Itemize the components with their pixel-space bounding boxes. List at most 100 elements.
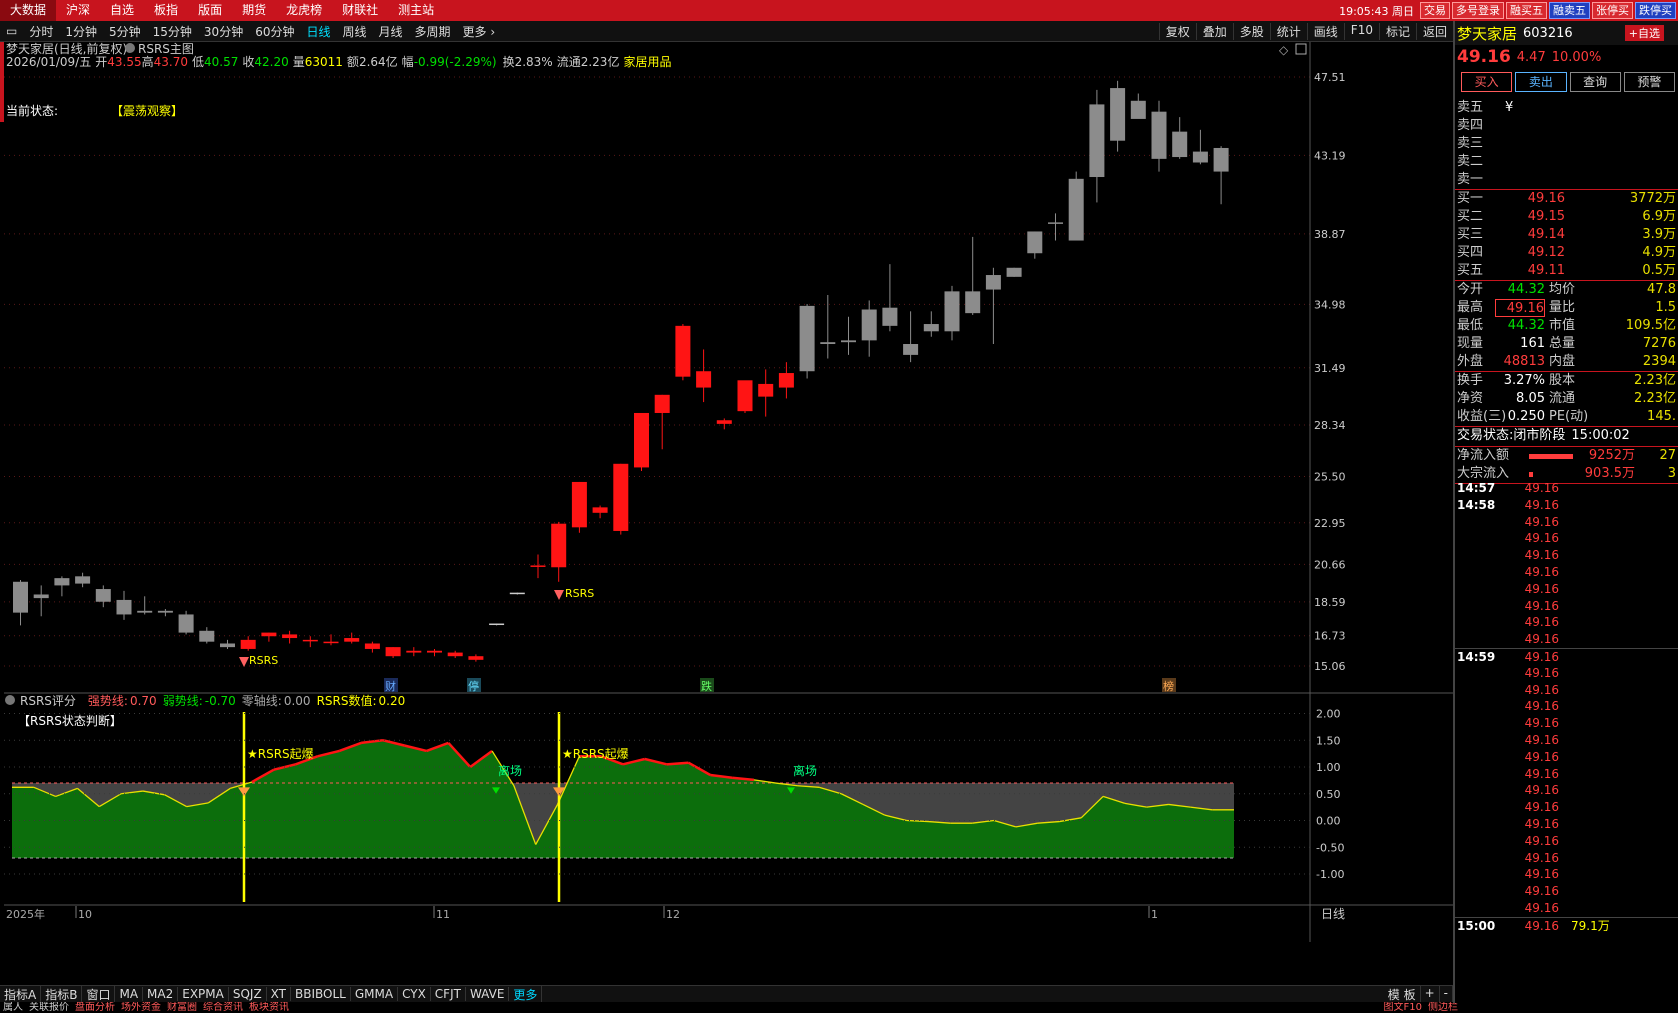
stock-code: 603216 <box>1523 25 1573 41</box>
overlay-button[interactable]: 叠加 <box>1195 22 1233 40</box>
tick-price: 49.16 <box>1524 564 1559 579</box>
stats-button[interactable]: 统计 <box>1269 22 1307 40</box>
tab-window[interactable]: 窗口 <box>82 985 116 1003</box>
menu-hushen[interactable]: 沪深 <box>56 0 100 21</box>
candle[interactable] <box>737 380 753 413</box>
tab-bbiboll[interactable]: BBIBOLL <box>291 987 351 1001</box>
diamond-icon[interactable]: ◇ <box>1279 43 1289 57</box>
tab-ma[interactable]: MA <box>115 987 144 1001</box>
status-item-4[interactable]: 财富圈 <box>164 1002 200 1013</box>
bid-row[interactable]: 买一 49.16 3772万 <box>1455 190 1678 208</box>
tab-wave[interactable]: WAVE <box>466 987 510 1001</box>
tab-sqjz[interactable]: SQJZ <box>229 987 267 1001</box>
tab-cfjt[interactable]: CFJT <box>431 987 466 1001</box>
candle[interactable] <box>675 324 691 381</box>
tick-list[interactable]: 14:57 49.16 14:58 49.16 49.16 49.16 49.16 49.16… <box>1455 480 1678 934</box>
back-button[interactable]: 返回 <box>1415 22 1453 40</box>
period-5min[interactable]: 5分钟 <box>103 23 147 40</box>
f10-button[interactable]: F10 <box>1343 22 1379 40</box>
bid-row[interactable]: 买三 49.14 3.9万 <box>1455 226 1678 244</box>
status-item-2[interactable]: 盘面分析 <box>72 1002 118 1013</box>
candle[interactable] <box>1068 171 1084 241</box>
period-15min[interactable]: 15分钟 <box>147 23 198 40</box>
tab-ma2[interactable]: MA2 <box>143 987 179 1001</box>
period-more[interactable]: 更多 › <box>457 23 502 40</box>
event-tag-4[interactable]: 榜 <box>1162 678 1176 693</box>
margin-sell5-button[interactable]: 融卖五 <box>1549 2 1590 19</box>
svg-text:跌: 跌 <box>701 679 712 693</box>
candle[interactable] <box>613 463 629 535</box>
tab-expma[interactable]: EXPMA <box>178 987 229 1001</box>
status-item-1[interactable]: 关联报价 <box>26 1002 72 1013</box>
candle[interactable] <box>799 304 815 379</box>
tick-row: 49.16 <box>1455 732 1678 749</box>
sell-button[interactable]: 卖出 <box>1515 72 1567 92</box>
alert-button[interactable]: 预警 <box>1623 72 1675 92</box>
tick-row: 14:57 49.16 <box>1455 480 1678 497</box>
margin-buy5-button[interactable]: 融买五 <box>1506 2 1547 19</box>
tab-indicator-a[interactable]: 指标A <box>0 985 42 1003</box>
sub-toggle-icon[interactable] <box>5 695 15 705</box>
status-item-0[interactable]: 属人 <box>0 1002 26 1013</box>
mark-button[interactable]: 标记 <box>1378 22 1416 40</box>
period-weekly[interactable]: 周线 <box>337 23 373 40</box>
multi-login-button[interactable]: 多号登录 <box>1452 2 1504 19</box>
period-multi[interactable]: 多周期 <box>409 23 457 40</box>
zoom-out-button[interactable]: - <box>1440 985 1453 1003</box>
tick-price: 49.16 <box>1524 514 1559 529</box>
tick-row: 49.16 <box>1455 547 1678 564</box>
buy-button[interactable]: 买入 <box>1461 72 1513 92</box>
period-minute[interactable]: 分时 <box>23 23 59 40</box>
menu-test-site[interactable]: 测主站 <box>388 0 444 21</box>
tick-price: 49.16 <box>1524 481 1559 495</box>
bid-row[interactable]: 买二 49.15 6.9万 <box>1455 208 1678 226</box>
indicator-toggle-icon[interactable] <box>125 43 135 53</box>
bid-row[interactable]: 买五 49.11 0.5万 <box>1455 262 1678 280</box>
zoom-in-button[interactable]: + <box>1421 985 1440 1003</box>
candle[interactable] <box>634 412 649 472</box>
layout-toggle-icon[interactable]: ▭ <box>0 24 23 38</box>
status-item-5[interactable]: 综合资讯 <box>200 1002 246 1013</box>
menu-bigdata[interactable]: 大数据 <box>0 0 57 21</box>
add-watchlist-button[interactable]: +自选 <box>1624 25 1664 41</box>
multi-stock-button[interactable]: 多股 <box>1232 22 1270 40</box>
bid-row[interactable]: 买四 49.12 4.9万 <box>1455 244 1678 262</box>
status-item-3[interactable]: 场外资金 <box>118 1002 164 1013</box>
period-30min[interactable]: 30分钟 <box>198 23 249 40</box>
menu-futures[interactable]: 期货 <box>232 0 276 21</box>
ask-book: 卖五 ¥ 卖四 卖三 卖二 卖一 <box>1455 95 1678 190</box>
event-tag-1[interactable]: 财 <box>384 678 398 693</box>
adjust-button[interactable]: 复权 <box>1158 22 1196 40</box>
candle[interactable] <box>1006 267 1022 277</box>
draw-button[interactable]: 画线 <box>1306 22 1344 40</box>
tab-xt[interactable]: XT <box>267 987 292 1001</box>
period-label[interactable]: 日线 <box>1321 907 1345 921</box>
tick-price: 49.16 <box>1524 581 1559 596</box>
menu-layout[interactable]: 版面 <box>188 0 232 21</box>
menu-board-index[interactable]: 板指 <box>144 0 188 21</box>
period-1min[interactable]: 1分钟 <box>59 23 103 40</box>
event-tag-2[interactable]: 停 <box>467 678 481 693</box>
menu-cls[interactable]: 财联社 <box>332 0 388 21</box>
menu-dragon-tiger[interactable]: 龙虎榜 <box>276 0 332 21</box>
tick-time <box>1455 816 1503 833</box>
tab-cyx[interactable]: CYX <box>398 987 431 1001</box>
status-sidebar[interactable]: 侧边栏 <box>1425 1002 1678 1013</box>
period-60min[interactable]: 60分钟 <box>249 23 300 40</box>
query-button[interactable]: 查询 <box>1569 72 1621 92</box>
period-daily[interactable]: 日线 <box>300 23 336 40</box>
status-f10[interactable]: 图文F10 <box>1381 1002 1425 1013</box>
trade-button[interactable]: 交易 <box>1420 2 1450 19</box>
tab-indicator-b[interactable]: 指标B <box>41 985 83 1003</box>
tab-more[interactable]: 更多 <box>509 985 543 1003</box>
template-button[interactable]: 模 板 <box>1384 985 1421 1003</box>
kline-chart[interactable]: 梦天家居(日线,前复权) RSRS主图 ◇ 2026/01/09/五 开43.55… <box>4 42 1453 969</box>
limit-down-buy-button[interactable]: 跌停买 <box>1635 2 1676 19</box>
limit-up-buy-button[interactable]: 张停买 <box>1592 2 1633 19</box>
menu-watchlist[interactable]: 自选 <box>100 0 144 21</box>
tab-gmma[interactable]: GMMA <box>351 987 399 1001</box>
status-item-6[interactable]: 板块资讯 <box>246 1002 292 1013</box>
event-tag-3[interactable]: 跌 <box>700 678 714 693</box>
candle[interactable] <box>571 481 587 533</box>
period-monthly[interactable]: 月线 <box>373 23 409 40</box>
